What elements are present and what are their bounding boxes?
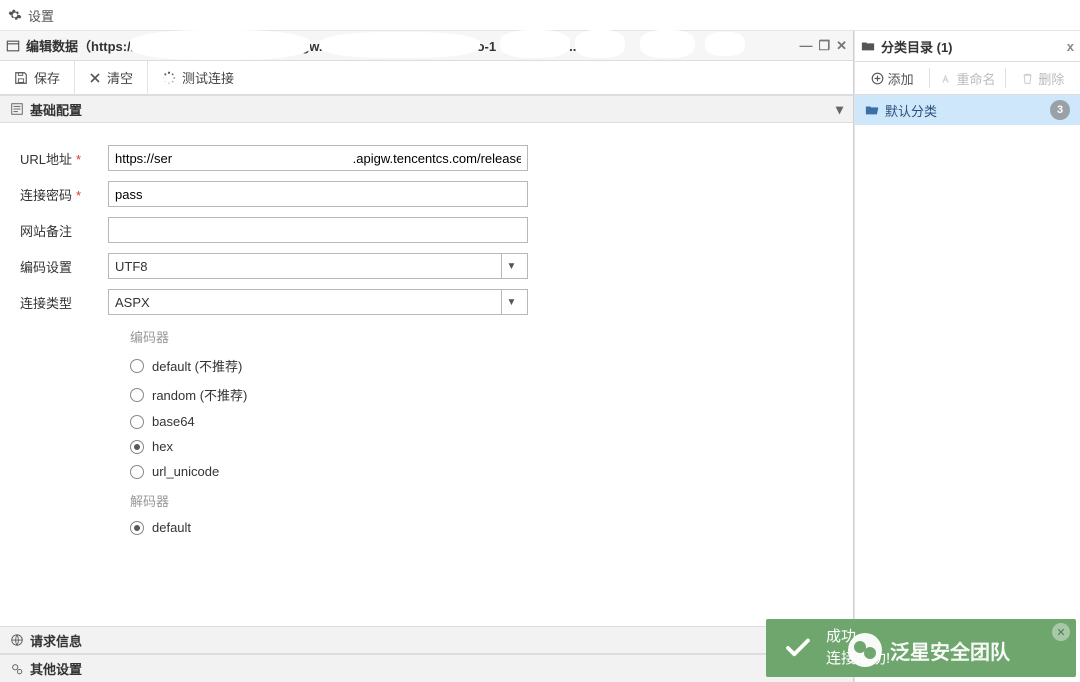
section-other-settings[interactable]: 其他设置: [0, 654, 853, 682]
editor-toolbar: 保存 清空 测试连接: [0, 61, 853, 95]
url-label: URL地址*: [20, 149, 108, 168]
close-icon: [89, 72, 101, 84]
editor-panel: 编辑数据（https://s ________13________ .apigw…: [0, 31, 854, 682]
decoder-option[interactable]: default: [130, 520, 833, 535]
category-item-label: 默认分类: [885, 101, 937, 120]
category-panel-title: 分类目录 (1) x: [855, 31, 1080, 61]
wechat-icon: [848, 633, 882, 667]
encoder-option-label: url_unicode: [152, 464, 219, 479]
editor-title-part: /relea: [359, 39, 393, 54]
watermark: 泛星安全团队: [848, 633, 1010, 667]
encoder-option-label: random (不推荐): [152, 385, 247, 404]
password-input[interactable]: [108, 181, 528, 207]
encoder-option-label: default (不推荐): [152, 356, 242, 375]
note-input[interactable]: [108, 217, 528, 243]
close-button[interactable]: ✕: [836, 38, 847, 54]
radio-icon: [130, 521, 144, 535]
globe-icon: [10, 633, 24, 647]
add-category-button[interactable]: 添加: [855, 62, 929, 94]
editor-title-part: .apigw.: [279, 39, 323, 54]
chevron-down-icon: ▼: [501, 254, 521, 278]
radio-icon: [130, 440, 144, 454]
font-icon: [939, 72, 952, 85]
menu-settings[interactable]: 设置: [28, 6, 54, 25]
editor-title-part: o-1: [477, 39, 497, 54]
spinner-icon: [162, 71, 176, 85]
decoder-group-label: 解码器: [130, 491, 833, 510]
encoder-group: 编码器 default (不推荐) random (不推荐) base64 hex ur…: [130, 327, 833, 479]
panel-close-button[interactable]: x: [1067, 39, 1074, 54]
top-menu: 设置: [0, 0, 1080, 30]
editor-title-part: 157: [511, 39, 533, 54]
editor-title-part: 编辑数据（https://s: [26, 39, 142, 54]
window-icon: [6, 39, 20, 53]
editor-title-part: 99?...: [547, 39, 580, 54]
encoder-group-label: 编码器: [130, 327, 833, 346]
minimize-button[interactable]: —: [799, 38, 812, 53]
category-toolbar: 添加 重命名 删除: [855, 61, 1080, 95]
folder-open-icon: [865, 103, 879, 117]
editor-panel-title: 编辑数据（https://s ________13________ .apigw…: [0, 31, 853, 61]
radio-icon: [130, 359, 144, 373]
encoding-select[interactable]: UTF8 ▼: [108, 253, 528, 279]
encoder-option[interactable]: default (不推荐): [130, 356, 833, 375]
test-connection-button[interactable]: 测试连接: [148, 61, 248, 95]
encoder-option[interactable]: base64: [130, 414, 833, 429]
chevron-down-icon: ▼: [501, 290, 521, 314]
url-input[interactable]: [108, 145, 528, 171]
basic-config-form: URL地址* 连接密码* 网站备注 编码设置 UTF8 ▼: [0, 123, 853, 626]
trash-icon: [1021, 72, 1034, 85]
password-label: 连接密码*: [20, 185, 108, 204]
chevron-down-icon: ▾: [836, 101, 843, 118]
save-icon: [14, 71, 28, 85]
save-button[interactable]: 保存: [0, 61, 75, 95]
check-icon: [780, 630, 816, 666]
section-basic-label: 基础配置: [30, 100, 82, 119]
encoder-option[interactable]: random (不推荐): [130, 385, 833, 404]
clear-button[interactable]: 清空: [75, 61, 148, 95]
folder-icon: [861, 39, 875, 53]
radio-icon: [130, 388, 144, 402]
gear-icon: [8, 8, 22, 22]
conn-type-label: 连接类型: [20, 293, 108, 312]
section-other-label: 其他设置: [30, 659, 82, 678]
note-label: 网站备注: [20, 221, 108, 240]
restore-button[interactable]: ❐: [818, 38, 830, 54]
form-icon: [10, 102, 24, 116]
section-request-info[interactable]: 请求信息: [0, 626, 853, 654]
category-item-default[interactable]: 默认分类 3: [855, 95, 1080, 125]
section-basic-config[interactable]: 基础配置 ▾: [0, 95, 853, 123]
category-count-badge: 3: [1050, 100, 1070, 120]
conn-type-select[interactable]: ASPX ▼: [108, 289, 528, 315]
editor-title-part: WHt: [422, 39, 448, 54]
cogs-icon: [10, 662, 24, 676]
encoder-option[interactable]: hex: [130, 439, 833, 454]
encoder-option-label: hex: [152, 439, 173, 454]
toast-close-button[interactable]: ✕: [1052, 623, 1070, 641]
delete-category-button[interactable]: 删除: [1006, 62, 1080, 94]
decoder-option-label: default: [152, 520, 191, 535]
category-panel: 分类目录 (1) x 添加 重命名 删除: [854, 31, 1080, 682]
rename-category-button[interactable]: 重命名: [930, 62, 1004, 94]
plus-circle-icon: [871, 72, 884, 85]
radio-icon: [130, 415, 144, 429]
encoder-option[interactable]: url_unicode: [130, 464, 833, 479]
decoder-group: 解码器 default: [130, 491, 833, 535]
encoding-label: 编码设置: [20, 257, 108, 276]
section-request-label: 请求信息: [30, 631, 82, 650]
radio-icon: [130, 465, 144, 479]
encoder-option-label: base64: [152, 414, 195, 429]
